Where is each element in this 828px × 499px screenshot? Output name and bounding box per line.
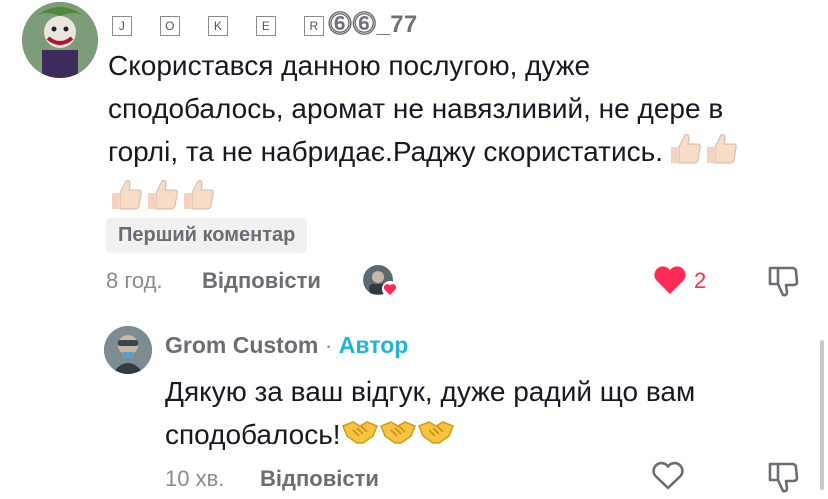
comment-text-line: горлі, та не набридає.Раджу скористатись… [108,130,808,177]
separator: · [318,332,339,358]
reply-text-line-text: сподобалось! [165,419,341,450]
reply-button[interactable]: Відповісти [202,268,321,294]
comment-text-line: сподобалось, аромат не навязливий, не де… [108,93,724,124]
heart-filled-icon [654,266,686,294]
reply-text-line: Дякую за ваш відгук, дуже радий що вам [165,376,696,407]
user-avatar-icon [104,326,152,374]
username-tail: ⓺⓺_77 [328,11,418,38]
dislike-button[interactable] [766,264,800,298]
username-letter: E [256,15,276,36]
thumbs-down-icon [768,462,799,493]
thumbs-up-icon [703,131,739,177]
author-badge: Автор [338,332,409,358]
comment-emoji-line [108,177,808,217]
comment-text-line: Скористався данною послугою, дуже [108,50,591,81]
username-letter: K [208,15,228,36]
first-comment-badge: Перший коментар [106,218,308,253]
avatar[interactable] [22,2,98,78]
thumbs-up-icon [180,177,216,223]
comment-time: 8 год. [106,268,163,293]
handshake-icon [417,415,455,458]
avatar[interactable] [104,326,152,374]
reply-time: 10 хв. [165,466,225,491]
handshake-icon [379,415,417,458]
reply-username[interactable]: Grom Custom [165,332,318,358]
creator-avatar-icon [363,265,398,297]
like-button[interactable] [652,264,688,298]
reply-header: Grom Custom · Автор [165,332,408,359]
username[interactable]: J O K E R ⓺⓺_77 [112,4,418,39]
thumbs-up-icon [108,177,144,223]
username-letter: O [160,15,180,36]
reply-text-line: сподобалось! [165,413,785,458]
like-count: 2 [694,268,707,293]
heart-outline-icon [652,461,684,490]
thumbs-up-icon [144,177,180,223]
thumbs-up-icon [667,131,703,177]
username-letter: J [112,15,132,36]
username-letter: R [304,15,324,36]
scrollbar[interactable] [820,340,824,490]
comment-text-line-text: горлі, та не набридає.Раджу скористатись… [108,136,663,167]
dislike-button[interactable] [766,460,800,494]
handshake-icon [341,415,379,458]
thumbs-down-icon [768,266,799,297]
reply-button[interactable]: Відповісти [260,466,379,492]
like-button[interactable] [650,460,686,494]
creator-liked-avatar [362,264,398,300]
reply-text: Дякую за ваш відгук, дуже радий що вам с… [165,370,785,458]
comment-text: Скористався данною послугою, дуже сподоб… [108,44,808,217]
joker-avatar-icon [22,2,98,78]
